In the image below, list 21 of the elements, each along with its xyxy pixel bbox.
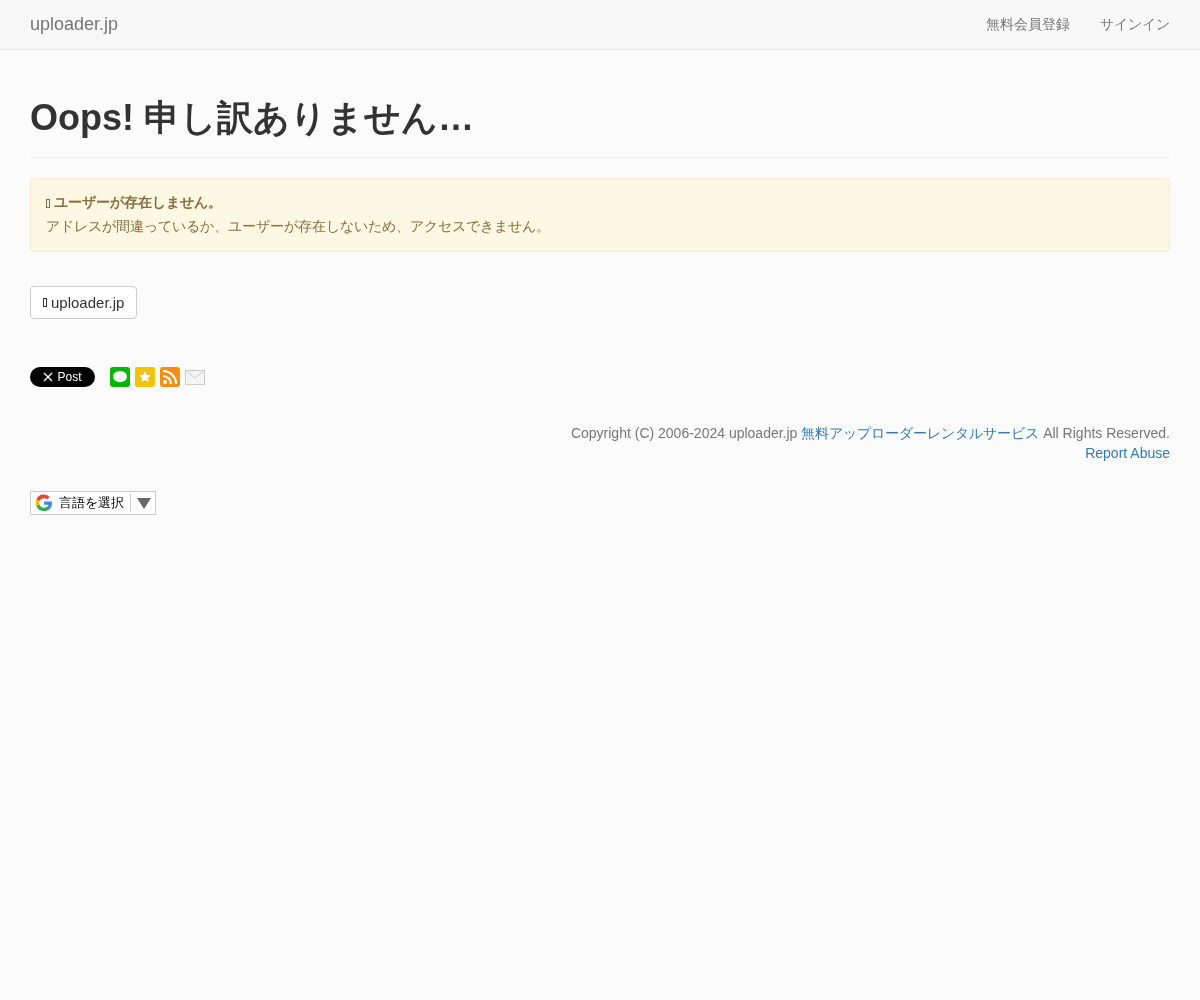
language-select[interactable]: 言語を選択 bbox=[30, 491, 156, 515]
dropdown-triangle-icon bbox=[137, 497, 151, 509]
nav-link[interactable]: 無料会員登録 bbox=[986, 15, 1070, 34]
google-g-icon bbox=[35, 494, 53, 512]
alert-message: アドレスが間違っているか、ユーザーが存在しないため、アクセスできません。 bbox=[46, 218, 551, 236]
mail-icon[interactable] bbox=[185, 367, 205, 387]
x-post-button[interactable]: Post bbox=[30, 367, 95, 387]
page-heading: Oops! 申し訳ありません… bbox=[30, 94, 1170, 158]
rental-service-link[interactable]: 無料アップローダーレンタルサービス bbox=[801, 425, 1040, 441]
alert-title: ユーザーが存在しません。 bbox=[54, 194, 222, 212]
chat-bubble-icon[interactable] bbox=[110, 367, 130, 387]
nav-link[interactable]: サインイン bbox=[1100, 15, 1170, 34]
home-button[interactable]: uploader.jp bbox=[30, 286, 138, 319]
copyright-text: Copyright (C) 2006-2024 uploader.jp 無料アップローダーレンタルサービス All Rights Reserved. bbox=[569, 424, 1170, 443]
x-logo-icon bbox=[43, 372, 54, 382]
brand-link[interactable]: uploader.jp bbox=[30, 14, 119, 35]
rss-icon[interactable] bbox=[160, 367, 180, 387]
report-abuse-link[interactable]: Report Abuse bbox=[1085, 445, 1170, 461]
missing-glyph-icon bbox=[43, 298, 47, 307]
missing-glyph-icon bbox=[46, 198, 50, 208]
star-icon[interactable] bbox=[135, 367, 155, 387]
